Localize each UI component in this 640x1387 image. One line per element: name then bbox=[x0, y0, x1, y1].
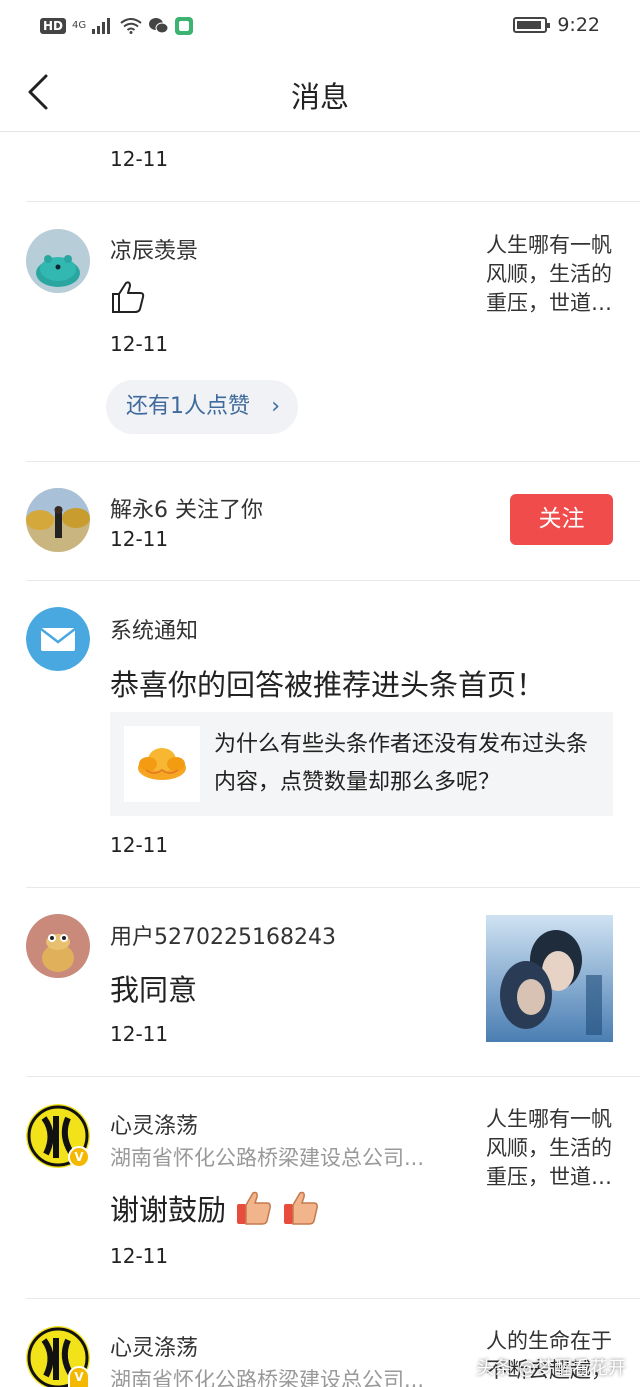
user-name[interactable]: 凉辰羡景 bbox=[110, 233, 198, 265]
verified-badge-icon: V bbox=[68, 1146, 90, 1168]
user-name[interactable]: 心灵涤荡 bbox=[110, 1330, 198, 1362]
more-likes-button[interactable]: 还有1人点赞 › bbox=[106, 380, 298, 434]
clock: 9:22 bbox=[557, 14, 600, 36]
divider bbox=[26, 887, 640, 888]
comment-text: 谢谢鼓励 bbox=[110, 1187, 320, 1229]
hd-indicator: HD bbox=[40, 18, 67, 34]
avatar bbox=[26, 607, 90, 671]
wifi-icon bbox=[120, 18, 142, 34]
notification-date: 12-11 bbox=[110, 1022, 169, 1046]
signal-icon bbox=[92, 18, 111, 34]
nav-bar: 消息 bbox=[0, 54, 640, 132]
status-bar: HD 4G 9:22 bbox=[0, 0, 640, 54]
article-title: 为什么有些头条作者还没有发布过头条内容，点赞数量却那么多呢？ bbox=[214, 732, 589, 795]
divider bbox=[26, 461, 640, 462]
notification-date: 12-11 bbox=[110, 332, 169, 356]
comment-text: 我同意 bbox=[110, 973, 198, 1007]
verified-badge-icon: V bbox=[68, 1366, 90, 1387]
avatar[interactable] bbox=[26, 229, 90, 293]
battery-icon bbox=[513, 17, 551, 33]
notification-date: 12-11 bbox=[110, 1244, 169, 1268]
follow-message: 解永6 关注了你 bbox=[110, 492, 263, 524]
notification-message: 恭喜你的回答被推荐进头条首页！ bbox=[110, 668, 546, 702]
mail-icon bbox=[26, 607, 90, 671]
divider bbox=[26, 1076, 640, 1077]
notification-date: 12-11 bbox=[110, 147, 169, 171]
wechat-icon bbox=[149, 18, 169, 34]
user-subtitle: 湖南省怀化公路桥梁建设总公司... bbox=[110, 1146, 425, 1170]
watermark: 头条 @梦醒看花开 bbox=[476, 1358, 626, 1379]
sender-name: 系统通知 bbox=[110, 619, 199, 644]
page-title: 消息 bbox=[290, 80, 349, 114]
divider bbox=[26, 1298, 640, 1299]
chevron-right-icon: › bbox=[271, 394, 280, 419]
thumbs-up-emoji-icon bbox=[284, 1191, 319, 1225]
thumbs-up-emoji-icon bbox=[237, 1191, 272, 1225]
follow-button[interactable]: 关注 bbox=[510, 494, 613, 545]
user-name[interactable]: 解永6 bbox=[110, 498, 168, 523]
avatar[interactable] bbox=[26, 488, 90, 552]
user-subtitle: 湖南省怀化公路桥梁建设总公司... bbox=[110, 1368, 425, 1387]
divider bbox=[26, 580, 640, 581]
more-likes-label: 还有1人点赞 bbox=[126, 394, 250, 419]
avatar[interactable] bbox=[26, 914, 90, 978]
divider bbox=[26, 201, 640, 202]
notification-date: 12-11 bbox=[110, 833, 169, 857]
article-thumbnail bbox=[124, 726, 200, 802]
content-thumbnail[interactable] bbox=[486, 915, 613, 1042]
app-notification-icon bbox=[175, 17, 194, 35]
quoted-content[interactable]: 人生哪有一帆风顺，生活的重压，世道… bbox=[486, 1105, 614, 1192]
quoted-content[interactable]: 人生哪有一帆风顺，生活的重压，世道… bbox=[486, 231, 614, 318]
cloud-logo-icon bbox=[138, 748, 186, 780]
article-card[interactable]: 为什么有些头条作者还没有发布过头条内容，点赞数量却那么多呢？ bbox=[110, 712, 613, 816]
action-text: 关注了你 bbox=[175, 498, 264, 523]
thumbs-up-icon bbox=[110, 279, 146, 319]
user-name[interactable]: 心灵涤荡 bbox=[110, 1108, 198, 1140]
notification-date: 12-11 bbox=[110, 527, 169, 551]
network-type: 4G bbox=[72, 20, 87, 31]
user-name[interactable]: 用户5270225168243 bbox=[110, 919, 336, 951]
